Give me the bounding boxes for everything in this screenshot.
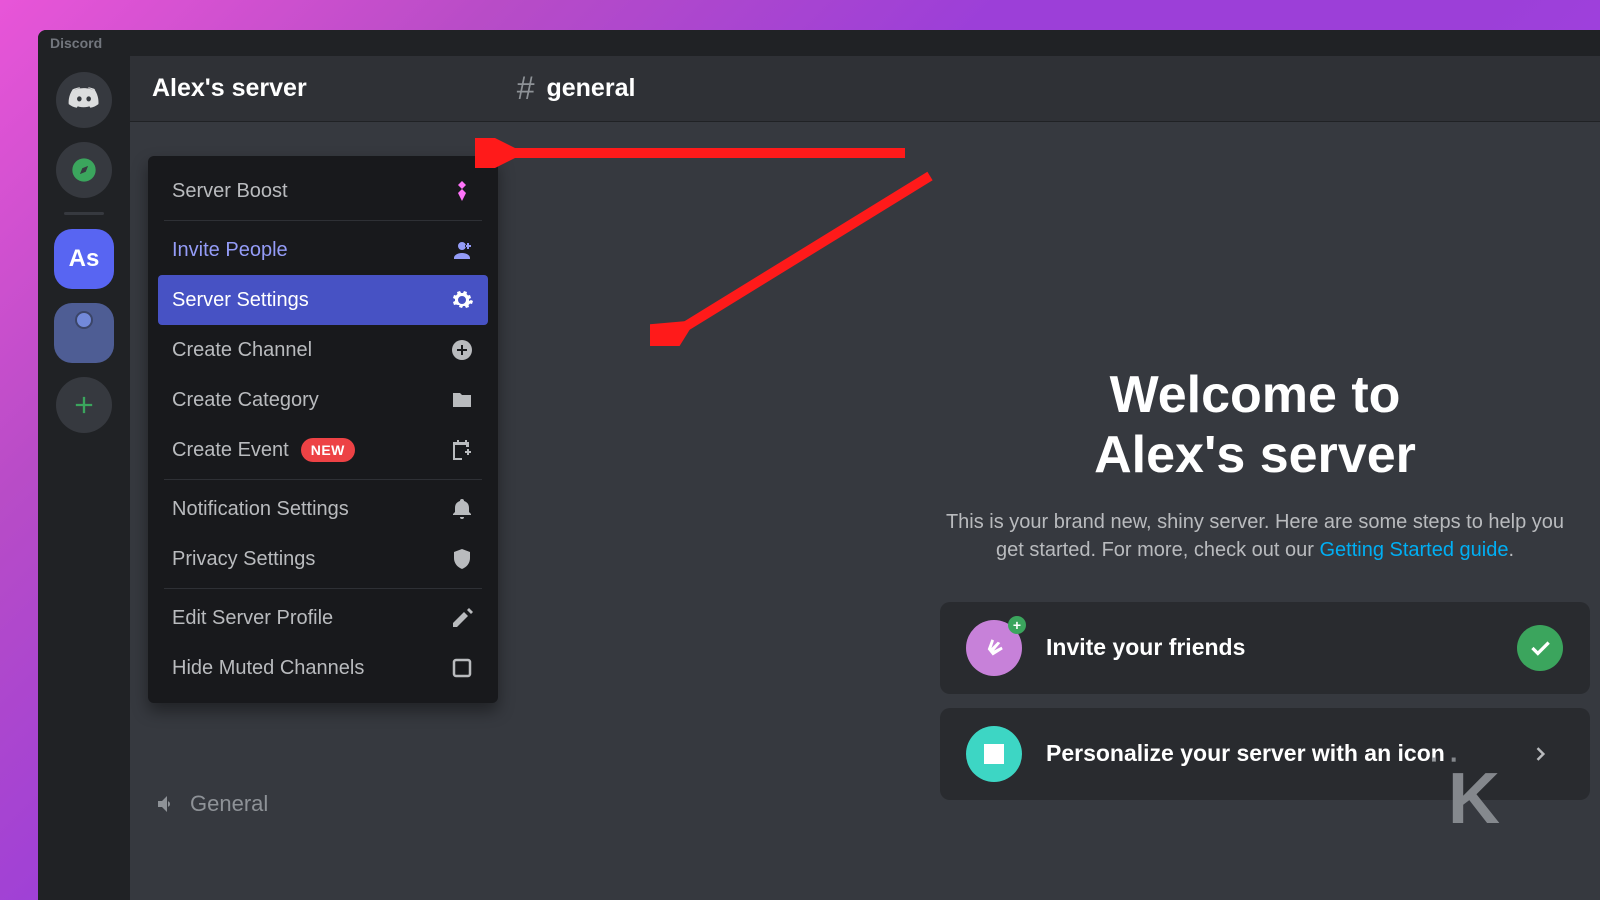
menu-label: Server Settings	[172, 289, 309, 312]
server-name-dropdown[interactable]: Alex's server	[152, 74, 307, 103]
server-dot-icon	[75, 311, 93, 329]
folder-plus-icon	[450, 388, 474, 412]
welcome-title: Welcome to Alex's server	[920, 366, 1590, 486]
home-button[interactable]	[56, 72, 112, 128]
menu-label: Edit Server Profile	[172, 607, 333, 630]
welcome-subtitle: This is your brand new, shiny server. He…	[920, 508, 1590, 564]
channel-name-label: general	[546, 74, 635, 103]
menu-item-server-boost[interactable]: Server Boost	[158, 166, 488, 216]
check-circle-icon	[1517, 625, 1563, 671]
calendar-plus-icon	[450, 438, 474, 462]
discord-logo-icon	[67, 83, 101, 117]
annotation-arrow-1	[475, 138, 915, 168]
main-area: As Alex's server # general	[38, 56, 1600, 900]
voice-channel-label: General	[190, 791, 268, 817]
server-initials: As	[69, 245, 100, 273]
compass-icon	[70, 156, 98, 184]
welcome-sub-suffix: .	[1508, 539, 1514, 561]
plus-circle-icon	[450, 338, 474, 362]
step-invite-friends[interactable]: + Invite your friends	[940, 602, 1590, 694]
menu-label: Create Channel	[172, 339, 312, 362]
server-icon-active[interactable]: As	[54, 229, 114, 289]
menu-item-create-channel[interactable]: Create Channel	[158, 325, 488, 375]
menu-item-server-settings[interactable]: Server Settings	[158, 275, 488, 325]
welcome-title-line1: Welcome to	[920, 366, 1590, 426]
menu-label: Notification Settings	[172, 498, 349, 521]
menu-item-invite-people[interactable]: Invite People	[158, 225, 488, 275]
menu-item-privacy-settings[interactable]: Privacy Settings	[158, 534, 488, 584]
plus-badge-icon: +	[1008, 616, 1026, 634]
menu-label: Server Boost	[172, 180, 288, 203]
step-label: Invite your friends	[1046, 634, 1492, 661]
menu-item-notification-settings[interactable]: Notification Settings	[158, 484, 488, 534]
app-frame: Discord As Alex's	[38, 30, 1600, 900]
content-column: Alex's server # general Server Boost Inv	[130, 56, 1600, 900]
server-name-label: Alex's server	[152, 74, 307, 103]
menu-label: Create Event	[172, 439, 289, 462]
step-label: Personalize your server with an icon	[1046, 740, 1492, 767]
titlebar: Discord	[38, 30, 1600, 56]
watermark-dots: ∙∙	[1430, 744, 1470, 776]
watermark: ∙∙ K	[1448, 758, 1500, 840]
annotation-arrow-2	[650, 166, 940, 346]
boost-icon	[450, 179, 474, 203]
bell-icon	[450, 497, 474, 521]
square-icon	[450, 656, 474, 680]
welcome-title-line2: Alex's server	[920, 426, 1590, 486]
rail-divider	[64, 212, 104, 215]
invite-person-icon	[450, 238, 474, 262]
server-dropdown-menu: Server Boost Invite People Server Settin…	[148, 156, 498, 703]
menu-label: Create Category	[172, 389, 319, 412]
channel-header: # general	[517, 70, 636, 107]
server-rail: As	[38, 56, 130, 900]
menu-divider	[164, 479, 482, 480]
hash-icon: #	[517, 70, 535, 107]
plus-icon	[70, 391, 98, 419]
menu-divider	[164, 220, 482, 221]
pencil-icon	[450, 606, 474, 630]
menu-label: Hide Muted Channels	[172, 657, 364, 680]
image-icon	[979, 739, 1009, 769]
add-server-button[interactable]	[56, 377, 112, 433]
welcome-panel: Welcome to Alex's server This is your br…	[920, 366, 1600, 814]
step-status-next	[1516, 730, 1564, 778]
new-badge: NEW	[301, 438, 355, 462]
menu-item-edit-server-profile[interactable]: Edit Server Profile	[158, 593, 488, 643]
gear-icon	[450, 288, 474, 312]
chevron-right-icon	[1530, 744, 1550, 764]
menu-item-create-event[interactable]: Create Event NEW	[158, 425, 488, 475]
getting-started-link[interactable]: Getting Started guide	[1319, 539, 1508, 561]
wave-hand-icon	[979, 633, 1009, 663]
voice-channel-general[interactable]: General	[154, 791, 268, 817]
personalize-server-icon	[966, 726, 1022, 782]
invite-friends-icon: +	[966, 620, 1022, 676]
explore-servers-button[interactable]	[56, 142, 112, 198]
shield-icon	[450, 547, 474, 571]
menu-item-hide-muted-channels[interactable]: Hide Muted Channels	[158, 643, 488, 693]
menu-divider	[164, 588, 482, 589]
speaker-icon	[154, 792, 178, 816]
menu-label: Invite People	[172, 239, 288, 262]
menu-label: Privacy Settings	[172, 548, 315, 571]
titlebar-app-name: Discord	[50, 35, 102, 51]
step-status-done	[1516, 624, 1564, 672]
menu-item-create-category[interactable]: Create Category	[158, 375, 488, 425]
header-bar: Alex's server # general	[130, 56, 1600, 122]
server-icon-secondary[interactable]	[54, 303, 114, 363]
